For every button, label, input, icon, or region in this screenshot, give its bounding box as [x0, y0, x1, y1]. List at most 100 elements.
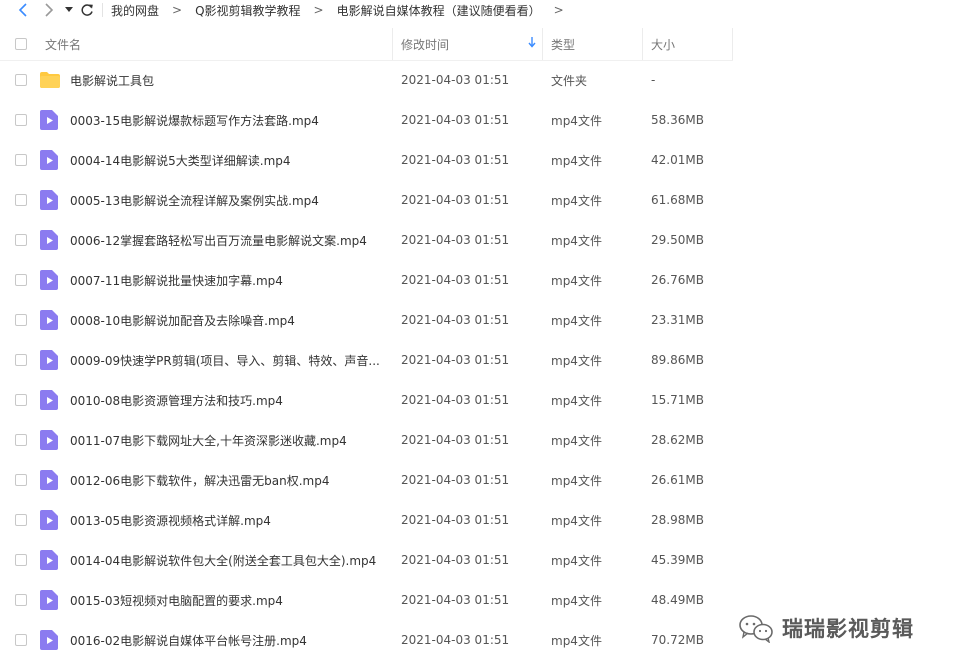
select-all-checkbox[interactable] — [15, 38, 27, 50]
file-row[interactable]: 0011-07电影下载网址大全,十年资深影迷收藏.mp4 2021-04-03 … — [0, 420, 955, 460]
refresh-button[interactable] — [76, 0, 98, 20]
file-name[interactable]: 0016-02电影解说自媒体平台帐号注册.mp4 — [70, 632, 307, 649]
file-row[interactable]: 0010-08电影资源管理方法和技巧.mp4 2021-04-03 01:51 … — [0, 380, 955, 420]
file-type: mp4文件 — [551, 313, 602, 328]
file-row[interactable]: 0004-14电影解说5大类型详细解读.mp4 2021-04-03 01:51… — [0, 140, 955, 180]
row-checkbox[interactable] — [15, 74, 27, 86]
breadcrumb-expand-icon[interactable]: > — [554, 3, 564, 17]
row-select-cell — [0, 60, 34, 100]
row-checkbox[interactable] — [15, 514, 27, 526]
file-row[interactable]: 0006-12掌握套路轻松写出百万流量电影解说文案.mp4 2021-04-03… — [0, 220, 955, 260]
select-all-cell — [0, 28, 34, 60]
file-name-cell: 0009-09快速学PR剪辑(项目、导入、剪辑、特效、声音... — [34, 340, 393, 380]
file-row[interactable]: 0003-15电影解说爆款标题写作方法套路.mp4 2021-04-03 01:… — [0, 100, 955, 140]
row-checkbox[interactable] — [15, 314, 27, 326]
file-size: 89.86MB — [651, 353, 704, 367]
file-name-cell: 0012-06电影下载软件，解决迅雷无ban权.mp4 — [34, 460, 393, 500]
file-row[interactable]: 电影解说工具包 2021-04-03 01:51 文件夹 - — [0, 60, 955, 100]
row-checkbox[interactable] — [15, 474, 27, 486]
row-checkbox[interactable] — [15, 234, 27, 246]
file-row[interactable]: 0005-13电影解说全流程详解及案例实战.mp4 2021-04-03 01:… — [0, 180, 955, 220]
row-checkbox[interactable] — [15, 394, 27, 406]
row-checkbox[interactable] — [15, 194, 27, 206]
file-modified: 2021-04-03 01:51 — [401, 433, 510, 447]
file-size: 45.39MB — [651, 553, 704, 567]
refresh-icon — [81, 4, 93, 16]
breadcrumb-item-current[interactable]: 电影解说自媒体教程（建议随便看看） — [337, 2, 541, 19]
file-size: 70.72MB — [651, 633, 704, 647]
file-type: mp4文件 — [551, 553, 602, 568]
row-select-cell — [0, 540, 34, 580]
breadcrumb-separator-icon: > — [313, 3, 324, 17]
row-select-cell — [0, 500, 34, 540]
file-name[interactable]: 0004-14电影解说5大类型详细解读.mp4 — [70, 152, 291, 169]
file-type: mp4文件 — [551, 513, 602, 528]
file-name[interactable]: 0003-15电影解说爆款标题写作方法套路.mp4 — [70, 112, 319, 129]
row-checkbox[interactable] — [15, 354, 27, 366]
file-name[interactable]: 0010-08电影资源管理方法和技巧.mp4 — [70, 392, 283, 409]
file-name[interactable]: 0013-05电影资源视频格式详解.mp4 — [70, 512, 271, 529]
file-name-cell: 0014-04电影解说软件包大全(附送全套工具包大全).mp4 — [34, 540, 393, 580]
video-file-icon — [40, 430, 60, 450]
file-row[interactable]: 0007-11电影解说批量快速加字幕.mp4 2021-04-03 01:51 … — [0, 260, 955, 300]
row-checkbox[interactable] — [15, 274, 27, 286]
column-header-name[interactable]: 文件名 — [34, 28, 393, 60]
row-select-cell — [0, 220, 34, 260]
file-name[interactable]: 0007-11电影解说批量快速加字幕.mp4 — [70, 272, 283, 289]
file-size: 58.36MB — [651, 113, 704, 127]
row-checkbox[interactable] — [15, 594, 27, 606]
row-select-cell — [0, 300, 34, 340]
file-type: mp4文件 — [551, 153, 602, 168]
file-name[interactable]: 0014-04电影解说软件包大全(附送全套工具包大全).mp4 — [70, 552, 376, 569]
back-button[interactable] — [10, 0, 36, 20]
video-file-icon — [40, 390, 60, 410]
row-checkbox[interactable] — [15, 114, 27, 126]
row-checkbox[interactable] — [15, 154, 27, 166]
file-modified: 2021-04-03 01:51 — [401, 513, 510, 527]
row-select-cell — [0, 260, 34, 300]
file-modified: 2021-04-03 01:51 — [401, 113, 510, 127]
row-checkbox[interactable] — [15, 634, 27, 646]
file-name-cell: 0015-03短视频对电脑配置的要求.mp4 — [34, 580, 393, 620]
file-name[interactable]: 0008-10电影解说加配音及去除噪音.mp4 — [70, 312, 295, 329]
file-name-cell: 0005-13电影解说全流程详解及案例实战.mp4 — [34, 180, 393, 220]
file-name-cell: 0004-14电影解说5大类型详细解读.mp4 — [34, 140, 393, 180]
file-row[interactable]: 0012-06电影下载软件，解决迅雷无ban权.mp4 2021-04-03 0… — [0, 460, 955, 500]
column-header-modified[interactable]: 修改时间 — [393, 28, 543, 60]
file-name[interactable]: 0012-06电影下载软件，解决迅雷无ban权.mp4 — [70, 472, 329, 489]
file-size: 42.01MB — [651, 153, 704, 167]
video-file-icon — [40, 510, 60, 530]
chevron-left-icon — [18, 3, 27, 17]
file-name[interactable]: 电影解说工具包 — [70, 72, 154, 89]
file-name[interactable]: 0015-03短视频对电脑配置的要求.mp4 — [70, 592, 283, 609]
file-row[interactable]: 0009-09快速学PR剪辑(项目、导入、剪辑、特效、声音... 2021-04… — [0, 340, 955, 380]
file-name[interactable]: 0006-12掌握套路轻松写出百万流量电影解说文案.mp4 — [70, 232, 367, 249]
file-modified: 2021-04-03 01:51 — [401, 393, 510, 407]
file-row[interactable]: 0008-10电影解说加配音及去除噪音.mp4 2021-04-03 01:51… — [0, 300, 955, 340]
file-row[interactable]: 0013-05电影资源视频格式详解.mp4 2021-04-03 01:51 m… — [0, 500, 955, 540]
file-name[interactable]: 0011-07电影下载网址大全,十年资深影迷收藏.mp4 — [70, 432, 347, 449]
file-name-cell: 0010-08电影资源管理方法和技巧.mp4 — [34, 380, 393, 420]
file-type: mp4文件 — [551, 433, 602, 448]
history-dropdown-button[interactable] — [62, 0, 76, 20]
column-header-size[interactable]: 大小 — [643, 28, 733, 60]
wechat-icon — [739, 615, 773, 643]
file-name[interactable]: 0009-09快速学PR剪辑(项目、导入、剪辑、特效、声音... — [70, 352, 380, 369]
file-name[interactable]: 0005-13电影解说全流程详解及案例实战.mp4 — [70, 192, 319, 209]
file-row[interactable]: 0014-04电影解说软件包大全(附送全套工具包大全).mp4 2021-04-… — [0, 540, 955, 580]
breadcrumb-item-course[interactable]: Q影视剪辑教学教程 — [195, 2, 300, 19]
breadcrumb-item-root[interactable]: 我的网盘 — [111, 2, 159, 19]
file-type: mp4文件 — [551, 593, 602, 608]
row-checkbox[interactable] — [15, 434, 27, 446]
file-size: 15.71MB — [651, 393, 704, 407]
file-list-header: 文件名 修改时间 类型 大小 — [0, 28, 733, 61]
video-file-icon — [40, 110, 60, 130]
column-header-type[interactable]: 类型 — [543, 28, 643, 60]
video-file-icon — [40, 470, 60, 490]
file-size: - — [651, 73, 656, 87]
forward-button[interactable] — [36, 0, 62, 20]
file-modified: 2021-04-03 01:51 — [401, 353, 510, 367]
video-file-icon — [40, 550, 60, 570]
file-list: 电影解说工具包 2021-04-03 01:51 文件夹 - 0003-15电影… — [0, 60, 955, 660]
row-checkbox[interactable] — [15, 554, 27, 566]
